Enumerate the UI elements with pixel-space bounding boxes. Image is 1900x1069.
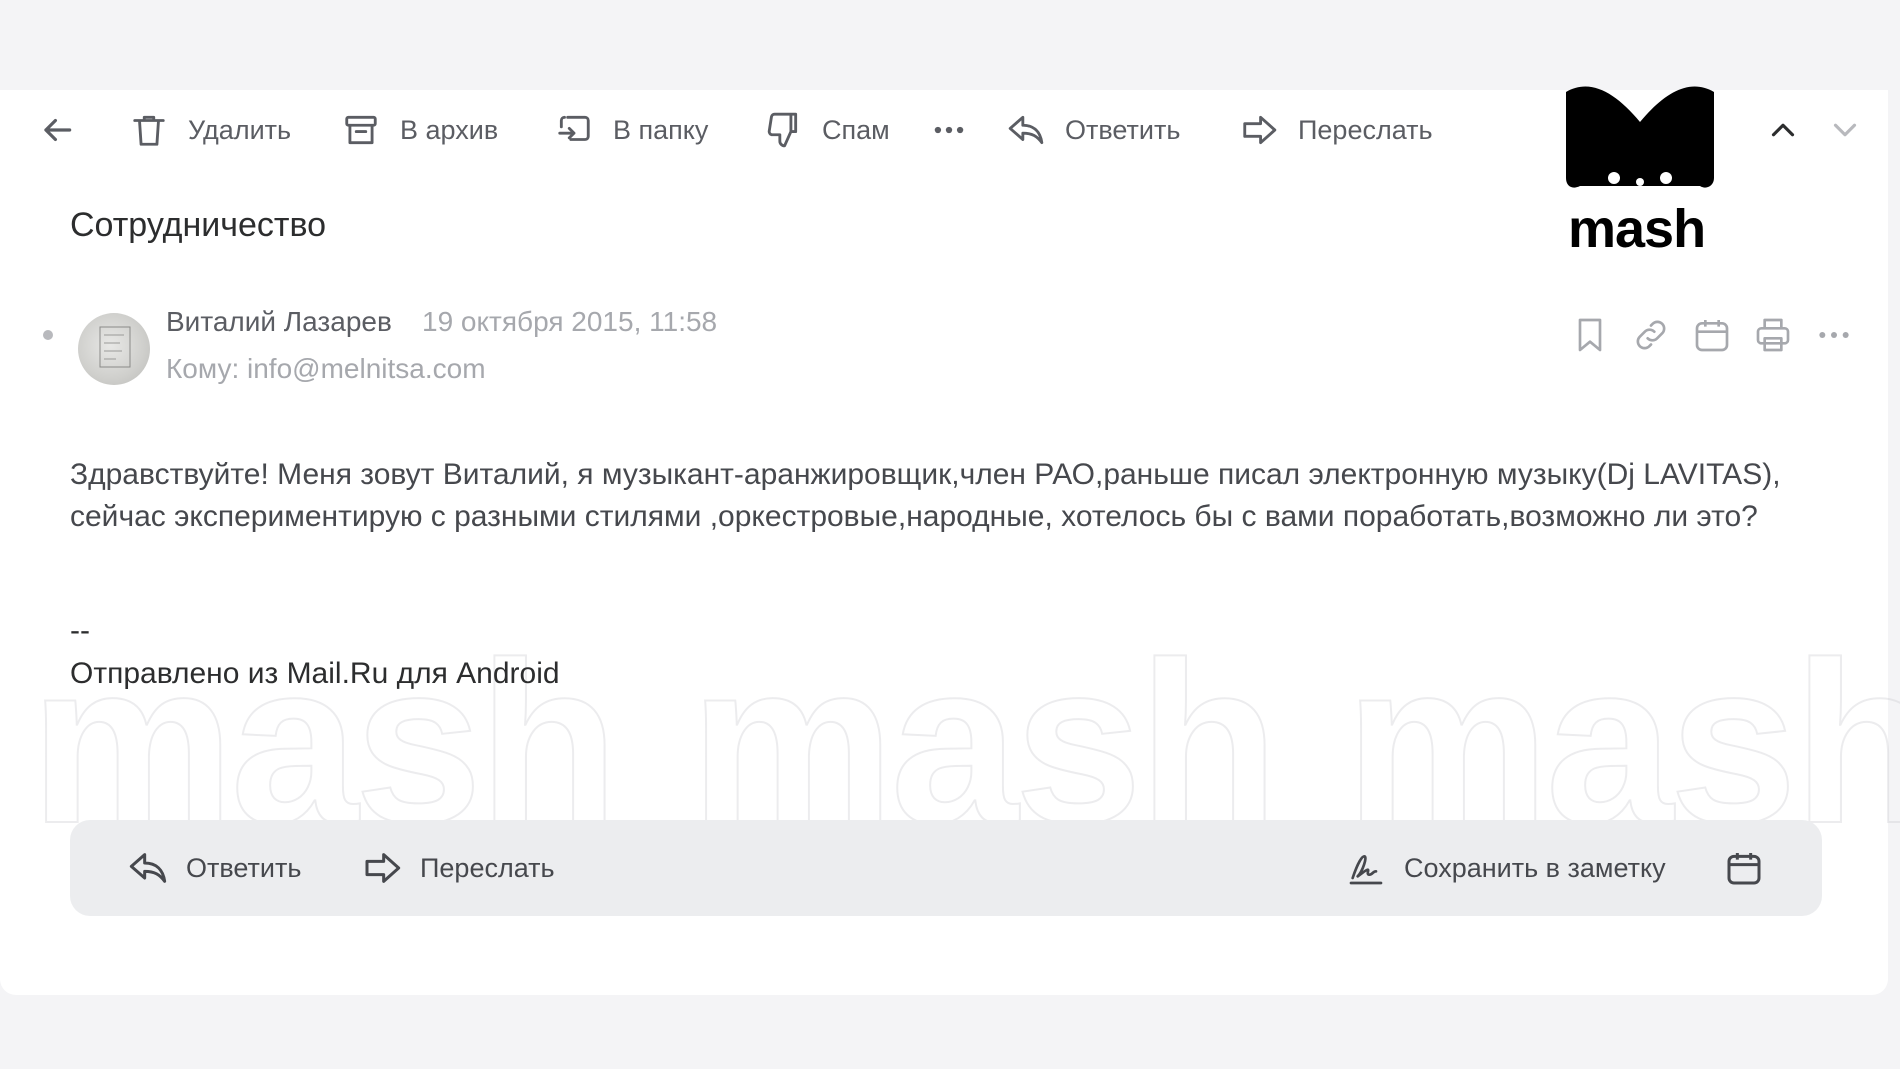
bookmark-button[interactable]	[1570, 315, 1610, 355]
arrow-left-icon	[44, 118, 72, 142]
forward-icon	[1243, 115, 1277, 145]
bottom-calendar-button[interactable]	[1724, 820, 1782, 916]
forward-button[interactable]: Переслать	[1240, 104, 1433, 156]
thumbs-down-icon	[767, 112, 798, 148]
signature: Отправлено из Mail.Ru для Android	[70, 657, 560, 690]
folder-move-icon	[558, 115, 590, 141]
calendar-icon	[1727, 853, 1761, 885]
archive-button[interactable]: В архив	[342, 104, 498, 156]
forward-icon	[365, 853, 401, 883]
recipient-line[interactable]: Кому: info@melnitsa.com	[166, 353, 486, 385]
save-to-note-button[interactable]: Сохранить в заметку	[1346, 820, 1666, 916]
link-icon	[1636, 320, 1666, 350]
bottom-reply-button[interactable]: Ответить	[128, 820, 301, 916]
bookmark-icon	[1578, 318, 1602, 352]
sender-avatar[interactable]	[78, 313, 150, 385]
bottom-reply-label: Ответить	[186, 852, 302, 883]
note-signature-icon	[1349, 855, 1383, 885]
bottom-forward-button[interactable]: Переслать	[362, 820, 555, 916]
move-to-folder-button[interactable]: В папку	[555, 104, 708, 156]
bottom-forward-label: Переслать	[420, 852, 555, 883]
previous-message-button[interactable]	[1764, 104, 1802, 156]
chevron-down-icon	[1833, 123, 1857, 137]
back-button[interactable]	[38, 104, 76, 156]
more-button[interactable]	[930, 104, 968, 156]
copy-link-button[interactable]	[1631, 315, 1671, 355]
message-body: Здравствуйте! Меня зовут Виталий, я музы…	[70, 458, 1781, 533]
chevron-up-icon	[1771, 123, 1795, 137]
avatar-image	[99, 326, 131, 368]
more-icon	[934, 126, 964, 134]
forward-label: Переслать	[1298, 114, 1433, 145]
calendar-icon	[1695, 320, 1729, 352]
spam-button[interactable]: Спам	[764, 104, 890, 156]
printer-icon	[1756, 318, 1790, 352]
reply-button[interactable]: Ответить	[1007, 104, 1180, 156]
archive-icon	[345, 115, 377, 145]
reply-icon	[129, 853, 167, 883]
save-to-note-label: Сохранить в заметку	[1404, 852, 1666, 883]
reply-icon	[1008, 115, 1044, 145]
delete-label: Удалить	[188, 114, 292, 145]
bottom-action-bar: Ответить Переслать Сохранить в заметку	[70, 820, 1822, 916]
print-button[interactable]	[1753, 315, 1793, 355]
message-actions	[1570, 315, 1875, 355]
message-subject: Сотрудничество	[70, 206, 327, 244]
message-date: 19 октября 2015, 11:58	[422, 306, 718, 337]
signature-separator: --	[70, 614, 90, 647]
message-more-button[interactable]	[1814, 315, 1854, 355]
archive-label: В архив	[400, 114, 499, 145]
spam-label: Спам	[822, 114, 890, 145]
move-label: В папку	[613, 114, 709, 145]
sender-name[interactable]: Виталий Лазарев	[166, 306, 392, 338]
mash-logo-text: mash	[1568, 199, 1706, 259]
unread-dot[interactable]	[43, 330, 53, 340]
next-message-button[interactable]	[1826, 104, 1864, 156]
calendar-button[interactable]	[1692, 315, 1732, 355]
trash-icon	[133, 115, 165, 146]
reply-label: Ответить	[1065, 114, 1181, 145]
delete-button[interactable]: Удалить	[130, 104, 291, 156]
more-icon	[1819, 332, 1849, 338]
